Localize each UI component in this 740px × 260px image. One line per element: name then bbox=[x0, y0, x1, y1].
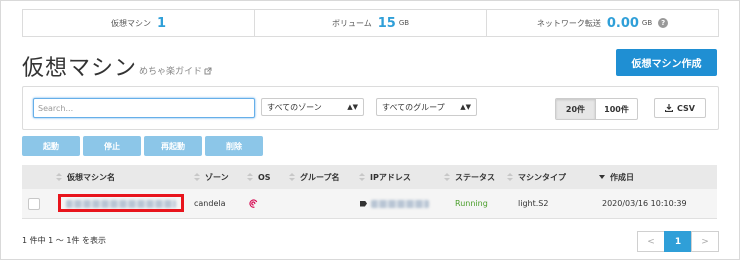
col-header-label: マシンタイプ bbox=[518, 172, 566, 182]
col-header-label: ステータス bbox=[455, 172, 495, 182]
page-size-20[interactable]: 20件 bbox=[556, 99, 595, 119]
action-bar: 起動 停止 再起動 削除 bbox=[22, 136, 263, 156]
col-header-status[interactable]: ステータス bbox=[444, 165, 495, 189]
csv-button-label: CSV bbox=[677, 103, 695, 113]
search-input[interactable] bbox=[33, 98, 255, 118]
checkbox[interactable] bbox=[28, 197, 40, 210]
zone-select-value: すべてのゾーン bbox=[267, 102, 322, 112]
col-header-label: 作成日 bbox=[610, 172, 634, 182]
col-header-label: IPアドレス bbox=[370, 172, 411, 182]
chevron-down-icon: ▲▼ bbox=[347, 103, 358, 111]
stats-bar: 仮想マシン 1 ボリューム 15 GB ネットワーク転送 0.00 GB ? bbox=[22, 9, 719, 37]
col-header-machine-type[interactable]: マシンタイプ bbox=[507, 165, 566, 189]
zone-select[interactable]: すべてのゾーン ▲▼ bbox=[261, 98, 364, 116]
col-header-zone[interactable]: ゾーン bbox=[194, 165, 229, 189]
window-frame bbox=[0, 0, 740, 260]
col-header-label: 仮想マシン名 bbox=[67, 172, 115, 182]
page-size-toggle: 20件 100件 bbox=[555, 98, 638, 120]
pagination: < 1 > bbox=[637, 231, 719, 252]
csv-button[interactable]: CSV bbox=[654, 98, 706, 118]
group-select[interactable]: すべてのグループ ▲▼ bbox=[376, 98, 477, 116]
cell-status: Running bbox=[455, 199, 488, 208]
col-header-os[interactable]: OS bbox=[247, 165, 271, 189]
stat-volume-unit: GB bbox=[398, 19, 410, 27]
guide-link[interactable]: めちゃ楽ガイド bbox=[139, 64, 212, 77]
guide-link-label: めちゃ楽ガイド bbox=[139, 67, 203, 77]
result-count: 1 件中 1 ～ 1件 を表示 bbox=[22, 236, 106, 245]
prev-page-button[interactable]: < bbox=[637, 231, 665, 252]
sort-icon bbox=[444, 173, 450, 181]
download-icon bbox=[665, 104, 673, 112]
cell-ip bbox=[360, 189, 429, 218]
stat-volume-value: 15 bbox=[377, 15, 396, 31]
col-header-ip[interactable]: IPアドレス bbox=[359, 165, 411, 189]
cell-zone: candela bbox=[194, 199, 226, 208]
cell-machine-type: light.S2 bbox=[518, 199, 549, 208]
stat-vm-label: 仮想マシン bbox=[110, 18, 151, 28]
filter-panel: すべてのゾーン ▲▼ すべてのグループ ▲▼ 20件 100件 CSV bbox=[22, 86, 719, 130]
sort-icon bbox=[194, 173, 200, 181]
sort-icon bbox=[289, 173, 295, 181]
table-row[interactable]: candela Running light.S2 2020/03/16 10:1… bbox=[22, 189, 717, 219]
tag-icon bbox=[360, 200, 367, 207]
stop-button[interactable]: 停止 bbox=[83, 136, 141, 156]
stat-network-value: 0.00 bbox=[606, 15, 639, 31]
create-vm-button[interactable]: 仮想マシン作成 bbox=[616, 49, 717, 76]
col-header-label: OS bbox=[258, 172, 271, 182]
highlight-box bbox=[58, 194, 184, 212]
debian-icon bbox=[249, 199, 258, 208]
page-1-button[interactable]: 1 bbox=[664, 231, 692, 252]
col-header-group[interactable]: グループ名 bbox=[289, 165, 340, 189]
table-header: 仮想マシン名 ゾーン OS グループ名 IPアドレス ステータス マシンタイプ … bbox=[22, 165, 717, 189]
restart-button[interactable]: 再起動 bbox=[144, 136, 202, 156]
stat-vm: 仮想マシン 1 bbox=[23, 10, 254, 36]
group-select-value: すべてのグループ bbox=[382, 102, 445, 112]
sort-icon bbox=[56, 173, 62, 181]
help-icon[interactable]: ? bbox=[658, 18, 669, 28]
stat-volume-label: ボリューム bbox=[331, 18, 372, 28]
external-link-icon bbox=[204, 67, 212, 74]
stat-network-label: ネットワーク転送 bbox=[536, 18, 601, 28]
cell-os bbox=[248, 189, 259, 218]
sort-icon bbox=[247, 173, 253, 181]
stat-network-unit: GB bbox=[641, 19, 653, 27]
stat-volume: ボリューム 15 GB bbox=[254, 10, 486, 36]
stat-network: ネットワーク転送 0.00 GB ? bbox=[486, 10, 718, 36]
delete-button[interactable]: 削除 bbox=[205, 136, 263, 156]
redacted-ip bbox=[371, 199, 429, 208]
chevron-down-icon: ▲▼ bbox=[460, 103, 471, 111]
col-header-created[interactable]: 作成日 bbox=[599, 165, 634, 189]
row-select-checkbox[interactable] bbox=[28, 189, 40, 218]
col-header-label: グループ名 bbox=[300, 172, 340, 182]
col-header-name[interactable]: 仮想マシン名 bbox=[56, 165, 115, 189]
sort-icon bbox=[359, 173, 365, 181]
cell-created: 2020/03/16 10:10:39 bbox=[602, 199, 687, 208]
col-header-label: ゾーン bbox=[205, 172, 229, 182]
sort-desc-icon bbox=[599, 175, 605, 179]
next-page-button[interactable]: > bbox=[691, 231, 719, 252]
page-title: 仮想マシン bbox=[22, 56, 138, 81]
stat-vm-count: 1 bbox=[156, 15, 167, 31]
page-size-100[interactable]: 100件 bbox=[595, 99, 637, 119]
sort-icon bbox=[507, 173, 513, 181]
start-button[interactable]: 起動 bbox=[22, 136, 80, 156]
